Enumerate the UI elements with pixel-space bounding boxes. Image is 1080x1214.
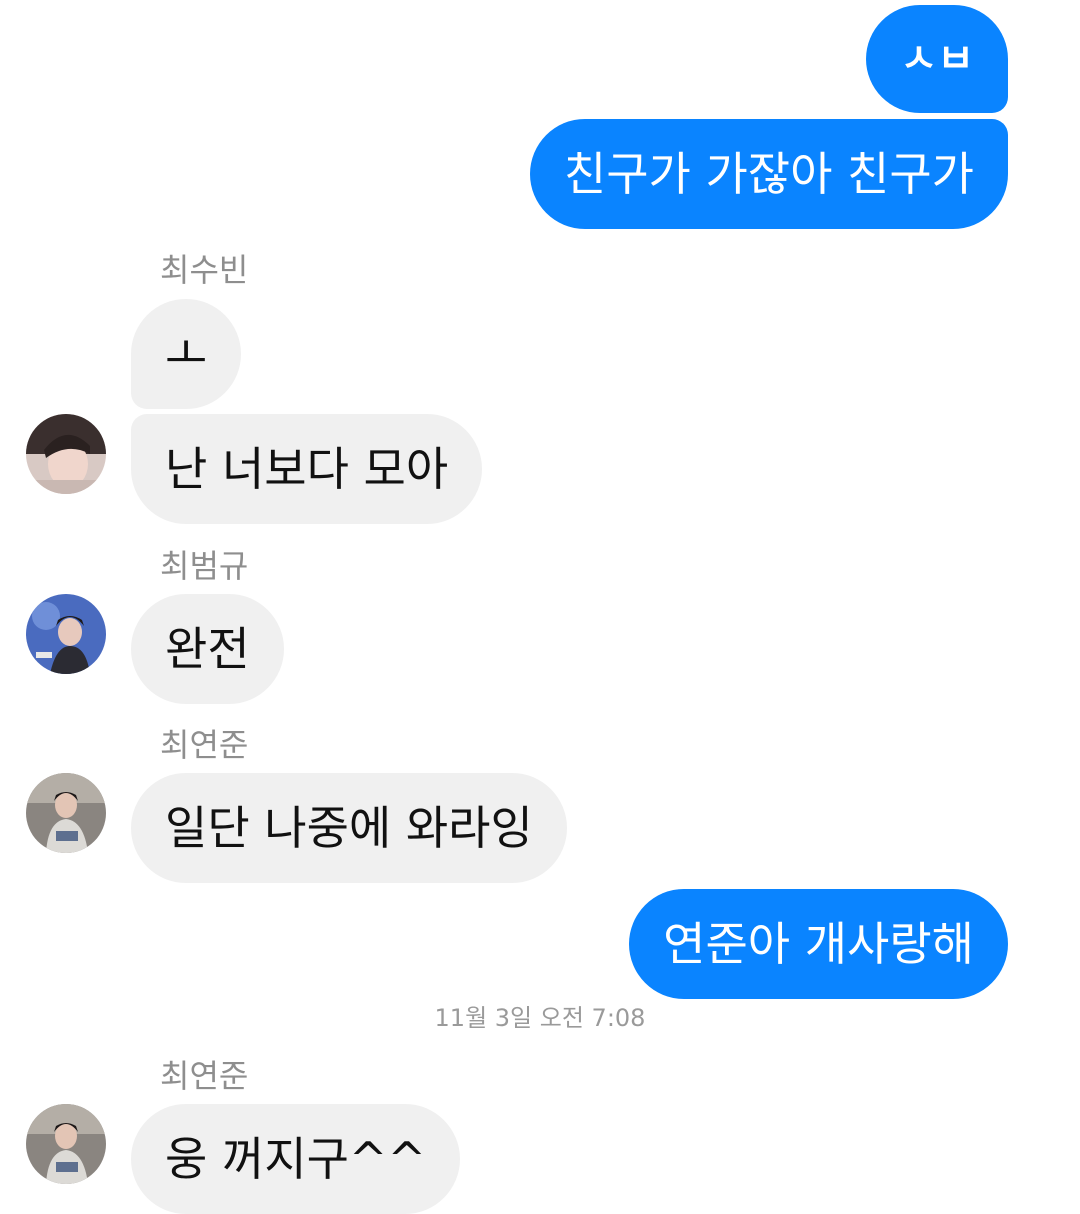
profile-photo-icon	[26, 594, 106, 674]
incoming-message-bubble[interactable]: 일단 나중에 와라잉	[131, 773, 567, 883]
outgoing-message-bubble[interactable]: ㅅㅂ	[866, 5, 1008, 113]
outgoing-message-bubble[interactable]: 연준아 개사랑해	[629, 889, 1008, 999]
incoming-message-bubble[interactable]: 완전	[131, 594, 284, 704]
incoming-message-bubble[interactable]: 난 너보다 모아	[131, 414, 483, 524]
profile-photo-icon	[26, 414, 106, 494]
avatar[interactable]	[26, 1104, 106, 1184]
profile-photo-icon	[26, 773, 106, 853]
avatar[interactable]	[26, 594, 106, 674]
avatar[interactable]	[26, 773, 106, 853]
sender-name: 최범규	[160, 547, 249, 585]
avatar[interactable]	[26, 414, 106, 494]
incoming-message-bubble[interactable]: ㅗ	[131, 299, 242, 409]
outgoing-message-bubble[interactable]: 친구가 가잖아 친구가	[529, 119, 1008, 229]
sender-name: 최연준	[160, 726, 249, 764]
incoming-message-bubble[interactable]: 웅 꺼지구^^	[131, 1104, 460, 1214]
sender-name: 최연준	[160, 1057, 249, 1095]
profile-photo-icon	[26, 1104, 106, 1184]
message-timestamp: 11월 3일 오전 7:08	[434, 1004, 646, 1032]
sender-name: 최수빈	[160, 251, 249, 289]
